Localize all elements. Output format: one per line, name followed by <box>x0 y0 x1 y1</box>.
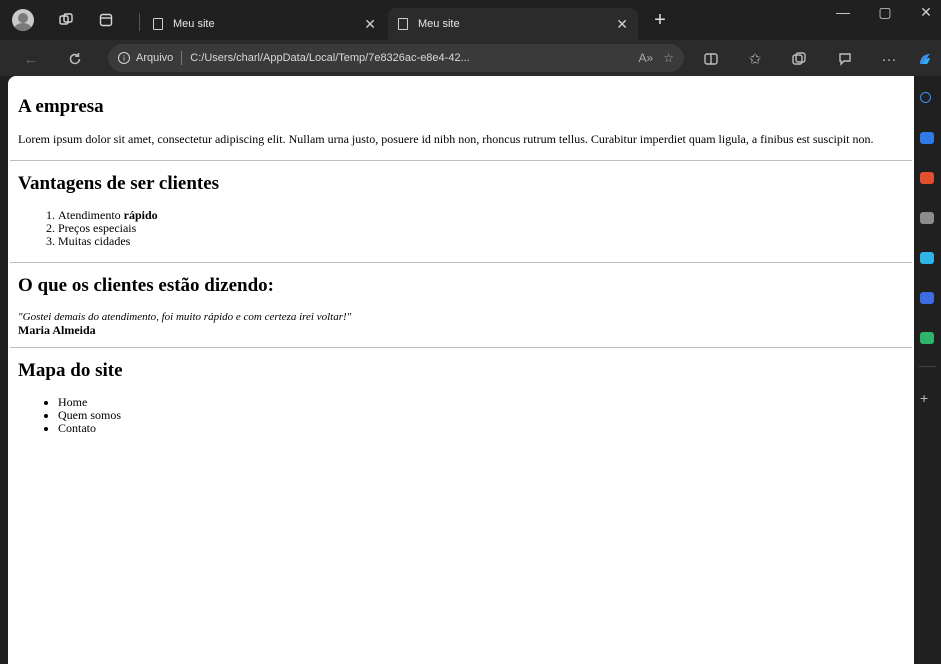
testimonial-quote: "Gostei demais do atendimento, foi muito… <box>18 311 352 323</box>
list-item-bold: rápido <box>123 208 158 222</box>
minimize-icon[interactable]: — <box>828 4 858 20</box>
close-window-icon[interactable]: ✕ <box>911 4 941 21</box>
section-heading-empresa: A empresa <box>18 96 104 117</box>
page-icon <box>398 18 408 30</box>
address-divider <box>181 51 183 65</box>
list-item: Muitas cidades <box>58 235 904 248</box>
sitemap-item-quem-somos: Quem somos <box>58 409 904 422</box>
info-icon[interactable]: i <box>118 52 130 64</box>
section-paragraph: Lorem ipsum dolor sit amet, consectetur … <box>18 132 874 146</box>
sitemap-item-contato: Contato <box>58 422 904 435</box>
tab-actions-icon[interactable] <box>96 10 116 30</box>
tab-title: Meu site <box>418 18 460 30</box>
tab-bar: Meu site ✕ Meu site ✕ + — ▢ ✕ <box>0 0 941 40</box>
advantages-list: Atendimento rápido Preços especiais Muit… <box>18 209 904 248</box>
drop-icon[interactable] <box>920 332 934 344</box>
sitemap-item-home: Home <box>58 396 904 409</box>
read-aloud-icon[interactable]: A» <box>639 51 654 65</box>
list-item: Preços especiais <box>58 222 904 235</box>
list-item: Atendimento rápido <box>58 209 904 222</box>
profile-icon[interactable] <box>12 9 34 31</box>
more-icon[interactable]: ··· <box>878 48 900 70</box>
add-sidebar-app-icon[interactable]: + <box>920 390 928 406</box>
list-item-text: Muitas cidades <box>58 234 131 248</box>
navigation-bar: ← i Arquivo C:/Users/charl/AppData/Local… <box>0 40 941 76</box>
list-item-text: Atendimento <box>58 208 124 222</box>
testimonial-author: Maria Almeida <box>18 323 96 337</box>
section-heading-clientes: O que os clientes estão dizendo: <box>18 275 274 296</box>
divider <box>10 347 912 348</box>
feedback-icon[interactable] <box>834 48 856 70</box>
list-item-text: Preços especiais <box>58 221 137 235</box>
divider <box>10 262 912 263</box>
maximize-icon[interactable]: ▢ <box>870 4 900 21</box>
games-icon[interactable] <box>920 212 934 224</box>
sidebar-divider <box>919 366 936 367</box>
back-arrow-icon[interactable]: ← <box>20 48 42 70</box>
tab-separator <box>139 13 140 31</box>
section-heading-mapa: Mapa do site <box>18 360 123 381</box>
page-icon <box>153 18 163 30</box>
split-screen-icon[interactable] <box>700 48 722 70</box>
tools-icon[interactable] <box>920 172 934 184</box>
copilot-icon[interactable] <box>914 48 936 70</box>
refresh-icon[interactable] <box>64 48 86 70</box>
address-bar[interactable]: i Arquivo C:/Users/charl/AppData/Local/T… <box>108 44 684 72</box>
close-tab-icon[interactable]: ✕ <box>364 16 376 33</box>
tab-meu-site-1[interactable]: Meu site ✕ <box>143 8 386 40</box>
url-text[interactable]: C:/Users/charl/AppData/Local/Temp/7e8326… <box>190 52 628 64</box>
shopping-icon[interactable] <box>920 132 934 144</box>
collections-icon[interactable] <box>788 48 810 70</box>
edge-sidebar: + <box>914 76 941 664</box>
divider <box>10 160 912 161</box>
workspaces-icon[interactable] <box>56 10 76 30</box>
scheme-label: Arquivo <box>136 52 174 64</box>
tab-meu-site-2[interactable]: Meu site ✕ <box>388 8 638 40</box>
star-icon[interactable]: ☆ <box>663 51 674 65</box>
new-tab-icon[interactable]: + <box>648 8 672 32</box>
outlook-icon[interactable] <box>920 292 934 304</box>
search-icon[interactable] <box>920 92 931 103</box>
page-content: A empresa Lorem ipsum dolor sit amet, co… <box>8 76 914 664</box>
section-heading-vantagens: Vantagens de ser clientes <box>18 173 220 194</box>
office-icon[interactable] <box>920 252 934 264</box>
close-tab-icon[interactable]: ✕ <box>616 16 628 33</box>
tab-title: Meu site <box>173 18 215 30</box>
favorites-icon[interactable]: ✩ <box>744 48 766 70</box>
sitemap-list: Home Quem somos Contato <box>18 396 904 435</box>
